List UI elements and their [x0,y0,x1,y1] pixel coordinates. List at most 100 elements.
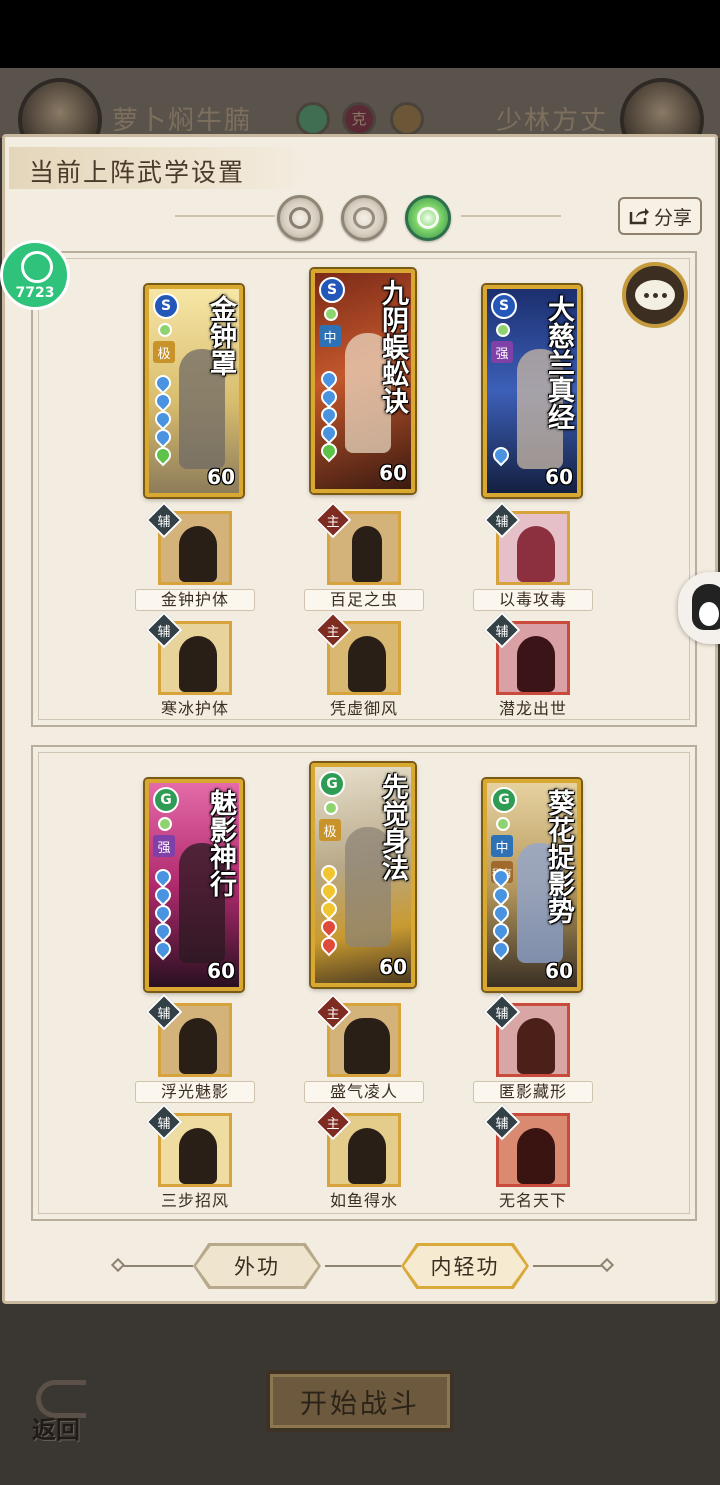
energy-drops [151,865,175,961]
card-name: 先觉身法 [377,773,408,881]
element-orb-icon [496,323,510,337]
skill-label: 金钟护体 [135,589,255,611]
skill-label: 寒冰护体 [160,699,229,718]
skill-slot[interactable]: 主 盛气凌人 [304,993,424,1105]
status-bar-area [0,0,720,68]
opponent-element-icon [390,102,424,136]
skill-slot[interactable]: 辅 金钟护体 [135,501,255,613]
skill-label: 潜龙出世 [498,699,567,718]
technique-card[interactable]: G 强 魅影神行 60 [145,779,243,991]
technique-card[interactable]: G 中 稀有 葵花捉影势 60 [483,779,581,991]
skill-label: 浮光魅影 [135,1081,255,1103]
skill-slot[interactable]: 辅 以毒攻毒 [473,501,593,613]
card-name: 九阴蜈蚣诀 [377,279,408,414]
divider-line [461,215,561,217]
start-battle-button[interactable]: 开始战斗 [266,1370,454,1432]
skill-slot[interactable]: 辅 潜龙出世 [473,611,593,723]
tab-external-kungfu[interactable]: 外功 [193,1243,321,1289]
skill-slot[interactable]: 辅 三步招风 [135,1103,255,1215]
sun-mode-button[interactable] [341,195,387,241]
tier-badge: 强 [491,341,513,363]
green-orb-mode-button[interactable] [405,195,451,241]
skill-slot[interactable]: 主 如鱼得水 [304,1103,424,1215]
tab-divider [325,1265,401,1267]
skill-label: 如鱼得水 [329,1191,398,1210]
tab-label: 外功 [234,1255,280,1279]
card-level: 60 [545,465,573,489]
chat-icon [635,280,675,310]
energy-drops [151,371,175,467]
technique-card[interactable]: G 极 先觉身法 60 [311,763,415,987]
skill-slot[interactable]: 主 百足之虫 [304,501,424,613]
tier-badge: 中 [491,835,513,857]
tier-badge: 极 [319,819,341,841]
martial-arts-setup-panel: 当前上阵武学设置 分享 S 极 金钟罩 60 S 中 九阴蜈蚣诀 60 S 强 … [2,134,718,1304]
technique-card[interactable]: S 极 金钟罩 60 [145,285,243,497]
skill-label: 以毒攻毒 [473,589,593,611]
card-level: 60 [379,461,407,485]
energy-drops [317,861,341,957]
technique-card[interactable]: S 强 大慈兰真经 60 [483,285,581,497]
card-level: 60 [379,955,407,979]
ornament-diamond [110,1257,126,1273]
start-battle-label: 开始战斗 [300,1388,420,1420]
title-banner: 当前上阵武学设置 [9,147,309,189]
back-button[interactable]: 返回 [30,1378,106,1448]
opponent-name: 少林方丈 [496,106,609,136]
card-name: 葵花捉影势 [543,789,574,924]
tier-badge: 中 [319,325,341,347]
skill-slot[interactable]: 辅 匿影藏形 [473,993,593,1105]
tier-badge: 强 [153,835,175,857]
skill-slot[interactable]: 辅 浮光魅影 [135,993,255,1105]
energy-drops [489,443,513,467]
share-icon [629,208,649,225]
moon-mode-button[interactable] [277,195,323,241]
card-level: 60 [207,465,235,489]
skill-slot[interactable]: 主 凭虚御风 [304,611,424,723]
card-name: 魅影神行 [205,789,236,897]
skill-slot[interactable]: 辅 寒冰护体 [135,611,255,723]
ornament-diamond [599,1257,615,1273]
share-label: 分享 [653,206,692,229]
card-name: 金钟罩 [205,295,236,376]
agility-type-icon: G [153,787,179,813]
counter-icon: 克 [342,102,376,136]
tab-internal-agility-kungfu[interactable]: 内轻功 [401,1243,529,1289]
tab-divider [117,1265,193,1267]
element-orb-icon [158,323,172,337]
badge-label: 7723 [15,285,55,301]
7723-float-badge[interactable]: 7723 [0,240,70,310]
tab-divider [533,1265,607,1267]
agility-type-icon: G [491,787,517,813]
element-orb-icon [158,817,172,831]
tier-badge: 极 [153,341,175,363]
chat-button[interactable] [622,262,688,328]
skill-label: 匿影藏形 [473,1081,593,1103]
energy-drops [317,367,341,463]
energy-drops [489,865,513,961]
tab-label: 内轻功 [430,1255,500,1279]
agility-type-icon: G [319,771,345,797]
card-level: 60 [545,959,573,983]
internal-type-icon: S [491,293,517,319]
skill-label: 百足之虫 [304,589,424,611]
divider-line [175,215,275,217]
skill-label: 无名天下 [498,1191,567,1210]
panel-title: 当前上阵武学设置 [29,158,246,187]
technique-card[interactable]: S 中 九阴蜈蚣诀 60 [311,269,415,493]
skill-label: 三步招风 [160,1191,229,1210]
back-label: 返回 [32,1415,80,1444]
lightning-icon [21,251,53,283]
card-name: 大慈兰真经 [543,295,574,430]
card-level: 60 [207,959,235,983]
skill-slot[interactable]: 辅 无名天下 [473,1103,593,1215]
internal-type-icon: S [319,277,345,303]
element-orb-icon [324,801,338,815]
player-element-icon [296,102,330,136]
skill-label: 盛气凌人 [304,1081,424,1103]
share-button[interactable]: 分享 [618,197,702,235]
element-orb-icon [324,307,338,321]
player-name: 萝卜焖牛腩 [112,106,253,136]
skill-label: 凭虚御风 [329,699,398,718]
element-orb-icon [496,817,510,831]
